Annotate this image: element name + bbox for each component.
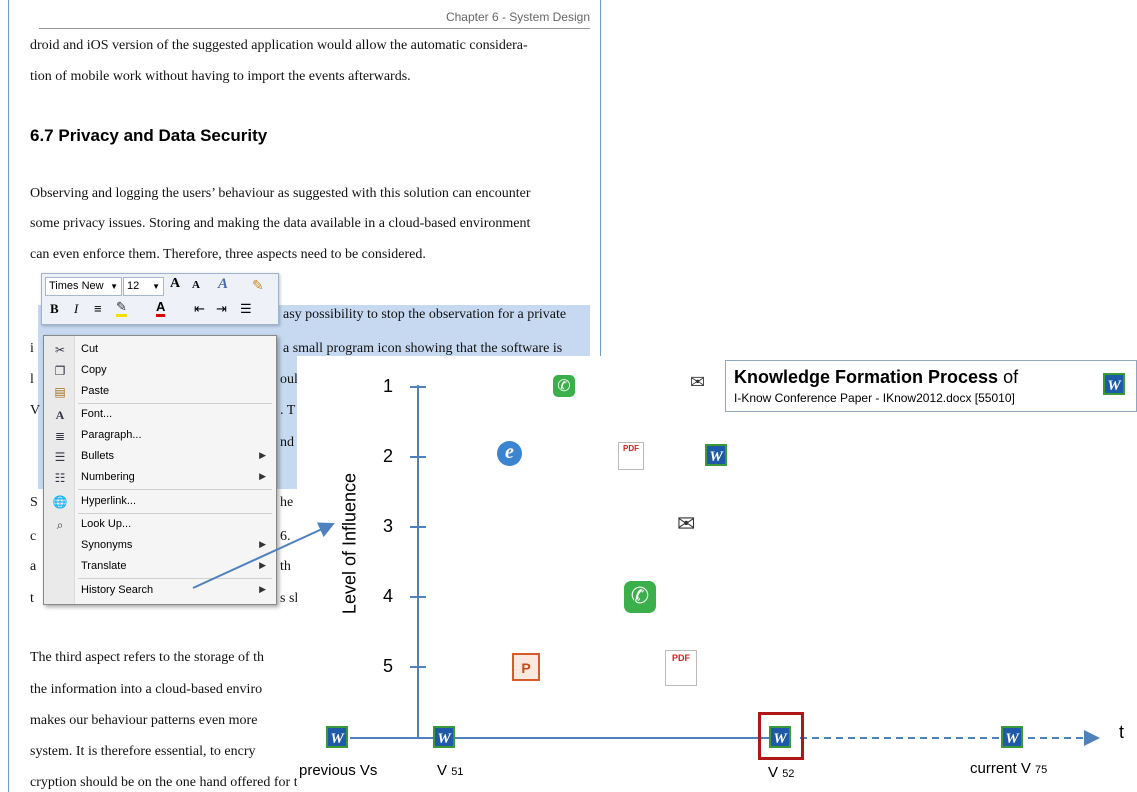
word-doc-icon[interactable]: W: [705, 444, 727, 466]
x-label-previous: previous Vs: [299, 762, 378, 779]
pdf-icon[interactable]: PDF: [618, 442, 644, 470]
word-doc-icon[interactable]: W: [326, 726, 348, 748]
y-tick-label: 4: [383, 586, 394, 606]
pdf-icon[interactable]: PDF: [665, 650, 697, 686]
word-doc-icon[interactable]: W: [769, 726, 791, 748]
x-axis-label: t: [1119, 722, 1125, 742]
x-label-v52: V 52: [768, 764, 794, 781]
phone-icon[interactable]: ✆: [624, 581, 656, 613]
envelope-icon[interactable]: ✉: [677, 512, 695, 537]
word-doc-icon[interactable]: W: [1001, 726, 1023, 748]
x-label-subscript: 51: [451, 766, 464, 778]
powerpoint-icon[interactable]: P: [512, 653, 540, 681]
phone-icon[interactable]: ✆: [553, 375, 575, 397]
y-axis-label: Level of Influence: [339, 472, 360, 615]
y-tick-label: 2: [383, 446, 394, 466]
x-label-v51: V 51: [437, 762, 463, 779]
word-doc-icon[interactable]: W: [1103, 373, 1125, 395]
diagram-title: Knowledge Formation Process of: [734, 367, 1018, 388]
x-label-current: current V 75: [970, 760, 1047, 777]
x-label-text: V: [768, 764, 779, 781]
y-tick-label: 1: [383, 376, 394, 396]
browser-icon[interactable]: e: [497, 441, 522, 466]
x-label-text: current V: [970, 760, 1031, 777]
diagram-subtitle: I-Know Conference Paper - IKnow2012.docx…: [734, 391, 1015, 405]
x-label-subscript: 75: [1035, 764, 1048, 776]
word-doc-icon[interactable]: W: [433, 726, 455, 748]
diagram-title-box: Knowledge Formation Process of I-Know Co…: [725, 360, 1137, 412]
envelope-icon[interactable]: ✉: [690, 372, 705, 393]
x-label-text: V: [437, 762, 448, 779]
x-label-subscript: 52: [782, 768, 795, 780]
diagram-title-bold: Knowledge Formation Process: [734, 367, 999, 387]
y-tick-label: 3: [383, 516, 394, 536]
diagram-title-rest: of: [998, 367, 1019, 387]
callout-arrow: [192, 522, 335, 589]
y-tick-label: 5: [383, 656, 394, 676]
